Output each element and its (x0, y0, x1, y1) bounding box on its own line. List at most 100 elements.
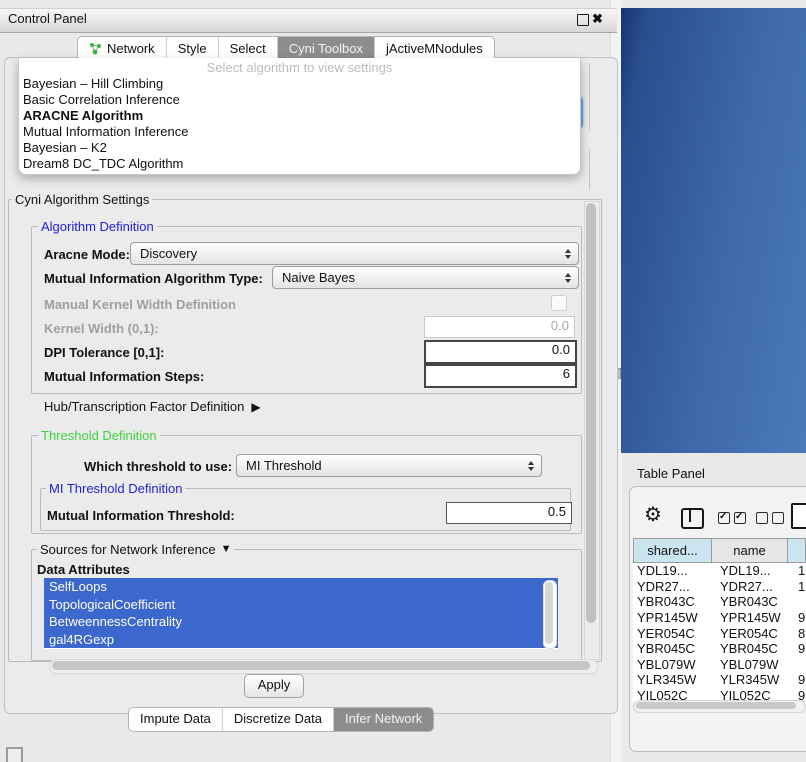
tab-discretize-data[interactable]: Discretize Data (223, 708, 334, 731)
table-row[interactable]: YDL19...YDL19...13 (633, 563, 806, 579)
tab-jactivemnodules[interactable]: jActiveMNodules (375, 37, 494, 60)
mi-steps-field[interactable]: 6 (424, 364, 577, 388)
table-cell: 8. (795, 626, 806, 641)
mi-threshold-field[interactable]: 0.5 (446, 502, 572, 524)
data-attribute-item[interactable]: gal4RGexp (44, 631, 558, 649)
data-attribute-item[interactable]: TopologicalCoefficient (44, 596, 558, 614)
algorithm-dropdown-popup: Select algorithm to view settings Bayesi… (18, 58, 581, 175)
occluded-groupbox-edge (589, 150, 590, 190)
manual-kernel-width-label: Manual Kernel Width Definition (44, 297, 236, 312)
which-threshold-select[interactable]: MI Threshold (236, 454, 542, 477)
scrollbar-thumb[interactable] (586, 203, 596, 623)
tab-label: Infer Network (345, 711, 422, 726)
tab-label: Impute Data (140, 711, 211, 726)
table-cell: YDR27... (633, 579, 714, 594)
kernel-width-label: Kernel Width (0,1): (44, 321, 159, 336)
collapse-arrow-icon[interactable]: ▼ (221, 543, 232, 556)
hub-definition-label: Hub/Transcription Factor Definition (44, 399, 244, 414)
table-row[interactable]: YLR345WYLR345W9. (633, 672, 806, 688)
table-cell: 9. (795, 641, 806, 656)
attributes-scrollbar[interactable] (543, 580, 557, 649)
table-cell: YER054C (633, 626, 714, 641)
settings-horizontal-scrollbar[interactable] (49, 659, 598, 674)
algorithm-option-list: Bayesian – Hill ClimbingBasic Correlatio… (19, 76, 580, 172)
apply-button[interactable]: Apply (244, 674, 304, 698)
table-row[interactable]: YER054CYER054C8. (633, 625, 806, 641)
tab-impute-data[interactable]: Impute Data (129, 708, 223, 731)
tab-label: Network (107, 38, 155, 59)
tab-network[interactable]: Network (78, 37, 167, 60)
kernel-width-field[interactable]: 0.0 (424, 316, 575, 338)
unchecked-box-icon (756, 512, 768, 524)
tab-label: Cyni Toolbox (289, 38, 363, 59)
scrollbar-thumb[interactable] (52, 661, 590, 670)
hub-definition-expander[interactable]: Hub/Transcription Factor Definition ▶ (44, 399, 261, 414)
table-row[interactable]: YPR145WYPR145W9. (633, 610, 806, 626)
table-settings-gear-icon[interactable]: ⚙ (644, 504, 662, 526)
tab-cyni-toolbox[interactable]: Cyni Toolbox (278, 37, 375, 60)
settings-vertical-scrollbar[interactable] (584, 201, 600, 660)
algorithm-option[interactable]: Basic Correlation Inference (19, 92, 580, 108)
table-row[interactable]: YBR045CYBR045C9. (633, 641, 806, 657)
table-cell: 13 (795, 563, 806, 578)
table-horizontal-scrollbar[interactable] (633, 700, 806, 713)
dpi-tolerance-field[interactable]: 0.0 (424, 340, 577, 364)
table-cell: YDL19... (633, 563, 714, 578)
control-panel-title: Control Panel (8, 11, 87, 26)
algorithm-option[interactable]: Dream8 DC_TDC Algorithm (19, 156, 580, 172)
table-row[interactable]: YBL079WYBL079W (633, 657, 806, 673)
cyni-settings-title: Cyni Algorithm Settings (12, 193, 152, 206)
data-attribute-item[interactable]: BetweennessCentrality (44, 613, 558, 631)
scrollbar-thumb[interactable] (545, 582, 553, 644)
tab-label: jActiveMNodules (386, 38, 483, 59)
column-layout-icon[interactable] (681, 508, 704, 529)
select-all-checked-icon[interactable] (718, 512, 746, 524)
float-window-icon[interactable] (577, 14, 589, 26)
which-threshold-label: Which threshold to use: (84, 459, 232, 474)
column-header[interactable]: shared... (634, 539, 712, 562)
close-window-icon[interactable]: ✖ (592, 11, 603, 27)
data-attributes-label: Data Attributes (37, 562, 130, 577)
select-none-unchecked-icon[interactable] (756, 512, 784, 524)
data-attributes-list: SelfLoopsTopologicalCoefficientBetweenne… (44, 578, 558, 649)
tab-select[interactable]: Select (219, 37, 278, 60)
data-attribute-item[interactable]: SelfLoops (44, 578, 558, 596)
table-row[interactable]: YDR27...YDR27...12 (633, 579, 806, 595)
table-cell: YBL079W (633, 657, 714, 672)
algorithm-definition-title: Algorithm Definition (38, 220, 157, 233)
tab-label: Style (178, 38, 207, 59)
column-header[interactable]: name (712, 539, 788, 562)
sources-title: Sources for Network Inference (40, 543, 216, 556)
table-panel-title: Table Panel (637, 466, 705, 481)
table-row[interactable]: YBR043CYBR043C (633, 594, 806, 610)
dropdown-prompt: Select algorithm to view settings (19, 60, 580, 76)
table-cell: 9. (795, 610, 806, 625)
scrollbar-thumb[interactable] (636, 702, 796, 709)
table-cell: YLR345W (714, 672, 795, 687)
mi-threshold-groupbox-title: MI Threshold Definition (46, 482, 185, 495)
stepper-arrows-icon (565, 249, 571, 259)
tab-style[interactable]: Style (167, 37, 219, 60)
sources-expander[interactable]: Sources for Network Inference ▼ (37, 543, 234, 556)
tab-infer-network[interactable]: Infer Network (334, 708, 433, 731)
manual-kernel-width-checkbox[interactable] (551, 295, 567, 311)
column-header[interactable] (788, 539, 805, 562)
stepper-arrows-icon (565, 273, 571, 283)
table-cell: YLR345W (633, 672, 714, 687)
mi-threshold-label: Mutual Information Threshold: (47, 508, 235, 523)
algorithm-option[interactable]: Bayesian – K2 (19, 140, 580, 156)
document-icon[interactable] (791, 503, 806, 529)
algorithm-option[interactable]: Bayesian – Hill Climbing (19, 76, 580, 92)
collapsed-panel-icon[interactable] (6, 747, 23, 762)
node-table: shared...name YDL19...YDL19...13YDR27...… (633, 538, 806, 703)
algorithm-option[interactable]: ARACNE Algorithm (19, 108, 580, 124)
selected-value: Discovery (140, 246, 197, 261)
algorithm-option[interactable]: Mutual Information Inference (19, 124, 580, 140)
occluded-groupbox-edge (589, 63, 590, 130)
network-window-frame: GALGAL80GAL10GAL1GAL11SWI4GAL4GCY1HAP4YH… (621, 8, 806, 453)
mi-algorithm-type-select[interactable]: Naive Bayes (272, 266, 579, 289)
expand-arrow-icon[interactable]: ▶ (251, 400, 260, 414)
table-cell: YBL079W (714, 657, 795, 672)
table-cell: YDL19... (714, 563, 795, 578)
aracne-mode-select[interactable]: Discovery (130, 242, 579, 265)
